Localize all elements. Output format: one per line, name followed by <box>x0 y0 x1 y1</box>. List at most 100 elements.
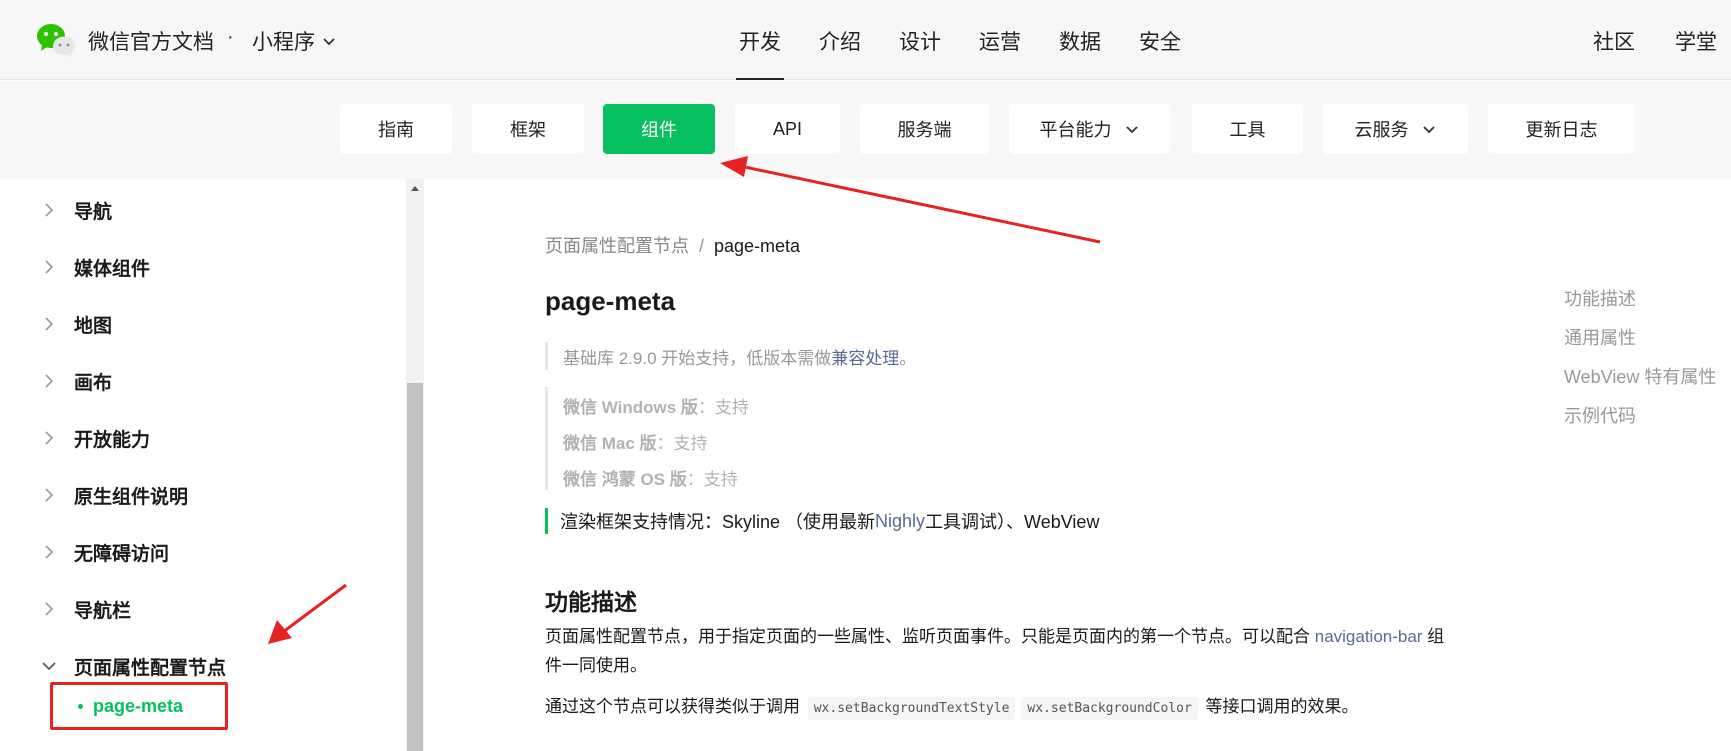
tab-components[interactable]: 组件 <box>603 104 715 154</box>
tab-label: 更新日志 <box>1525 120 1598 140</box>
usage-suffix: 等接口调用的效果。 <box>1200 697 1359 716</box>
support-value: ：支持 <box>697 397 749 417</box>
toc-item[interactable]: 通用属性 <box>1564 325 1716 364</box>
chevron-right-icon <box>45 545 54 559</box>
tab-label: API <box>772 118 802 139</box>
sidebar-item-accessibility[interactable]: 无障碍访问 <box>38 537 169 567</box>
tab-guide[interactable]: 指南 <box>340 104 452 154</box>
platform-support-block: 微信 Windows 版：支持 微信 Mac 版：支持 微信 鸿蒙 OS 版：支… <box>545 387 885 490</box>
table-of-contents: 功能描述 通用属性 WebView 特有属性 示例代码 <box>1564 286 1716 442</box>
sidebar-item-native-components[interactable]: 原生组件说明 <box>38 480 188 510</box>
sidebar-item-label: 媒体组件 <box>74 258 151 280</box>
tab-api[interactable]: API <box>735 104 840 154</box>
tab-label: 框架 <box>510 120 546 140</box>
breadcrumb-separator: / <box>699 236 705 256</box>
category-tabs: 指南 框架 组件 API 服务端 平台能力 工具 云服务 更新日志 <box>0 81 1731 179</box>
nav-dev[interactable]: 开发 <box>720 0 800 80</box>
chevron-down-icon <box>323 38 335 46</box>
chevron-right-icon <box>45 602 54 616</box>
version-note: 基础库 2.9.0 开始支持，低版本需做 兼容处理。 <box>545 342 916 370</box>
sidebar-subitem-label: page-meta <box>93 695 184 716</box>
sidebar-item-navigation-bar[interactable]: 导航栏 <box>38 594 131 624</box>
sidebar-subitem-page-meta[interactable]: page-meta <box>50 682 228 730</box>
tab-framework[interactable]: 框架 <box>472 104 584 154</box>
right-nav: 社区 学堂 <box>1593 26 1717 56</box>
render-support-note: 渲染框架支持情况：Skyline （使用最新 Nighly 工具调试）、WebV… <box>545 508 1099 534</box>
sidebar-item-map[interactable]: 地图 <box>38 309 112 339</box>
tab-label: 平台能力 <box>1039 120 1112 140</box>
product-switcher[interactable]: 小程序 <box>252 26 337 56</box>
compat-link[interactable]: 兼容处理 <box>831 344 899 369</box>
nav-academy[interactable]: 学堂 <box>1675 26 1717 56</box>
support-value: ：支持 <box>656 433 708 453</box>
nav-data[interactable]: 数据 <box>1040 0 1120 80</box>
sidebar-item-label: 页面属性配置节点 <box>74 657 227 679</box>
tab-label: 组件 <box>641 120 677 140</box>
sidebar-item-label: 画布 <box>74 372 113 394</box>
support-row-harmony: 微信 鸿蒙 OS 版：支持 <box>563 459 885 495</box>
tab-changelog[interactable]: 更新日志 <box>1488 104 1635 154</box>
version-note-suffix: 。 <box>899 348 917 368</box>
wechat-logo-icon[interactable] <box>36 22 76 58</box>
scrollbar-thumb[interactable] <box>407 383 423 751</box>
nav-security[interactable]: 安全 <box>1120 0 1200 80</box>
navigation-bar-link[interactable]: navigation-bar <box>1315 627 1423 646</box>
sidebar-item-canvas[interactable]: 画布 <box>38 366 112 396</box>
sidebar-item-label: 导航 <box>74 201 113 223</box>
description-paragraph: 页面属性配置节点，用于指定页面的一些属性、监听页面事件。只能是页面内的第一个节点… <box>545 622 1445 680</box>
brand-separator: · <box>227 26 234 48</box>
brand-title[interactable]: 微信官方文档 <box>88 26 214 56</box>
nighly-link[interactable]: Nighly <box>875 511 925 532</box>
chevron-right-icon <box>45 374 54 388</box>
section-heading: 功能描述 <box>545 589 637 615</box>
support-row-mac: 微信 Mac 版：支持 <box>563 423 885 459</box>
nav-design[interactable]: 设计 <box>880 0 960 80</box>
scroll-up-arrow-icon[interactable] <box>406 181 424 197</box>
toc-item[interactable]: 示例代码 <box>1564 403 1716 442</box>
tab-tools[interactable]: 工具 <box>1192 104 1303 154</box>
tab-cloud[interactable]: 云服务 <box>1323 104 1468 154</box>
sidebar-item-label: 地图 <box>74 315 113 337</box>
sidebar-item-label: 无障碍访问 <box>74 543 170 565</box>
support-value: ：支持 <box>686 469 738 489</box>
product-label: 小程序 <box>252 31 315 54</box>
toc-item[interactable]: 功能描述 <box>1564 286 1716 325</box>
sidebar-item-media[interactable]: 媒体组件 <box>38 252 150 282</box>
sidebar-item-page-config[interactable]: 页面属性配置节点 <box>38 651 226 681</box>
toc-item[interactable]: WebView 特有属性 <box>1564 364 1716 403</box>
nav-community[interactable]: 社区 <box>1593 26 1635 56</box>
active-dot-icon <box>78 703 83 709</box>
description-text: 页面属性配置节点，用于指定页面的一些属性、监听页面事件。只能是页面内的第一个节点… <box>545 627 1315 646</box>
platform-name: 微信 Mac 版 <box>563 433 657 453</box>
chevron-down-icon <box>42 662 56 671</box>
render-prefix: 渲染框架支持情况：Skyline （使用最新 <box>560 512 876 532</box>
tab-server[interactable]: 服务端 <box>860 104 989 154</box>
nav-intro[interactable]: 介绍 <box>800 0 880 80</box>
top-header: 微信官方文档 · 小程序 开发 介绍 设计 运营 数据 安全 社区 学堂 <box>0 0 1731 80</box>
tab-platform[interactable]: 平台能力 <box>1009 104 1170 154</box>
chevron-right-icon <box>45 317 54 331</box>
sidebar-item-open-ability[interactable]: 开放能力 <box>38 423 150 453</box>
chevron-right-icon <box>45 488 54 502</box>
tab-label: 指南 <box>378 120 414 140</box>
support-row-windows: 微信 Windows 版：支持 <box>563 387 885 423</box>
chevron-right-icon <box>45 431 54 445</box>
usage-paragraph: 通过这个节点可以获得类似于调用 wx.setBackgroundTextStyl… <box>545 692 1445 723</box>
chevron-down-icon <box>1125 126 1138 134</box>
page-title: page-meta <box>545 286 676 316</box>
tab-label: 工具 <box>1229 120 1266 140</box>
tab-label: 服务端 <box>897 120 952 140</box>
sidebar-item-label: 原生组件说明 <box>74 486 189 508</box>
breadcrumb-current: page-meta <box>714 236 801 256</box>
version-note-text: 基础库 2.9.0 开始支持，低版本需做 <box>563 348 832 368</box>
breadcrumb: 页面属性配置节点 / page-meta <box>545 232 800 258</box>
nav-operation[interactable]: 运营 <box>960 0 1040 80</box>
sidebar-item-navigation[interactable]: 导航 <box>38 195 112 225</box>
code-snippet: wx.setBackgroundColor <box>1021 697 1198 720</box>
sidebar-item-label: 导航栏 <box>74 600 132 622</box>
chevron-right-icon <box>45 260 54 274</box>
breadcrumb-parent[interactable]: 页面属性配置节点 <box>545 236 689 256</box>
code-snippet: wx.setBackgroundTextStyle <box>807 697 1016 720</box>
tab-label: 云服务 <box>1354 120 1409 140</box>
sidebar-item-label: 开放能力 <box>74 429 151 451</box>
